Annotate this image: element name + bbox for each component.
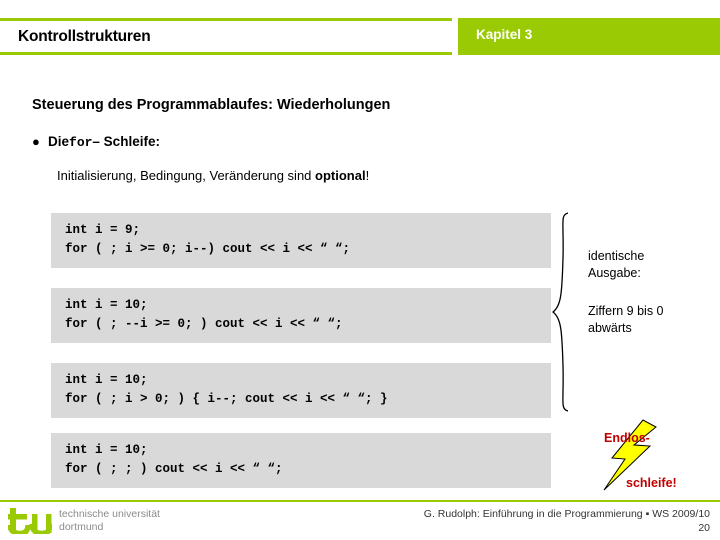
logo-wordmark: technische universität dortmund	[59, 508, 160, 534]
page-title: Kontrollstrukturen	[18, 28, 151, 45]
curly-brace-icon	[552, 212, 569, 412]
endless-loop-label-part1: Endlos-	[604, 431, 650, 445]
code-line: int i = 9;	[65, 223, 141, 237]
code-line: for ( ; i > 0; ) { i--; cout << i << “ “…	[65, 392, 388, 406]
header-chapter-band: Kapitel 3	[458, 18, 720, 55]
endless-loop-label-part2: schleife!	[626, 476, 677, 490]
bullet-item-for-loop: ● Die for – Schleife:	[32, 134, 160, 150]
slide-heading: Steuerung des Programmablaufes: Wiederho…	[32, 97, 391, 113]
subnote-emphasis: optional	[315, 168, 366, 183]
code-block: int i = 10; for ( ; --i >= 0; ) cout << …	[51, 288, 551, 343]
subnote-trail: !	[365, 168, 370, 183]
code-line: for ( ; --i >= 0; ) cout << i << “ “;	[65, 317, 343, 331]
subnote-lead: Initialisierung, Bedingung, Veränderung …	[57, 168, 316, 183]
subnote: Initialisierung, Bedingung, Veränderung …	[57, 168, 369, 183]
annotation-digits-descending: Ziffern 9 bis 0 abwärts	[588, 304, 664, 336]
code-line: int i = 10;	[65, 443, 148, 457]
page-number: 20	[698, 522, 710, 534]
chapter-label: Kapitel 3	[476, 27, 533, 42]
logo-line-1: technische universität	[59, 508, 160, 521]
tu-dortmund-logo-icon	[8, 508, 52, 534]
code-line: for ( ; i >= 0; i--) cout << i << “ “;	[65, 242, 351, 256]
code-line: int i = 10;	[65, 373, 148, 387]
bullet-suffix: – Schleife:	[92, 134, 160, 149]
code-line: int i = 10;	[65, 298, 148, 312]
header-title-band: Kontrollstrukturen	[0, 18, 452, 55]
slide-header: Kontrollstrukturen Kapitel 3	[0, 18, 720, 55]
bullet-prefix: Die	[48, 134, 70, 149]
logo-line-2: dortmund	[59, 521, 104, 533]
bullet-keyword: for	[69, 135, 93, 150]
footer-credit: G. Rudolph: Einführung in die Programmie…	[423, 508, 710, 520]
code-line: for ( ; ; ) cout << i << “ “;	[65, 462, 283, 476]
tu-dortmund-logo: technische universität dortmund	[8, 505, 160, 537]
code-block: int i = 9; for ( ; i >= 0; i--) cout << …	[51, 213, 551, 268]
footer-divider	[0, 500, 720, 502]
code-block: int i = 10; for ( ; i > 0; ) { i--; cout…	[51, 363, 551, 418]
code-block: int i = 10; for ( ; ; ) cout << i << “ “…	[51, 433, 551, 488]
annotation-identical-output: identische Ausgabe:	[588, 249, 645, 281]
bullet-icon: ●	[32, 134, 40, 149]
